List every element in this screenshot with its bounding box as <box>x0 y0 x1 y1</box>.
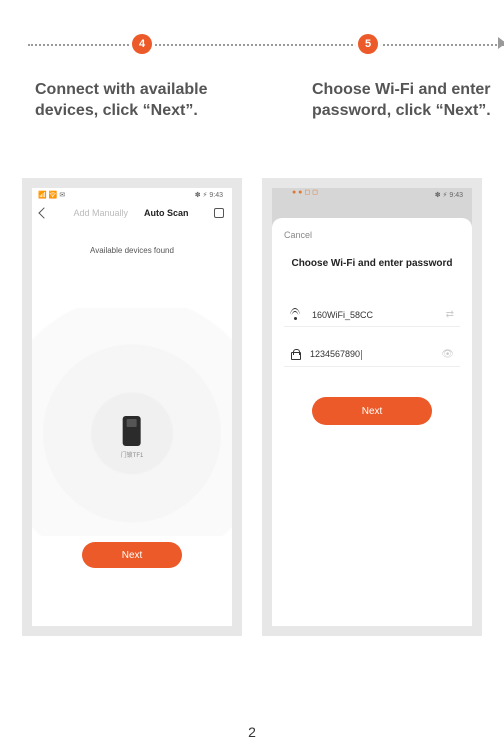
step-badge-4: 4 <box>132 34 152 54</box>
status-bar: ● ● ◻︎ ◻︎ ✽ ⚡︎ 9:43 <box>272 188 472 202</box>
sheet-title: Choose Wi-Fi and enter password <box>284 258 460 269</box>
tab-auto-scan[interactable]: Auto Scan <box>144 208 189 218</box>
next-button[interactable]: Next <box>312 397 432 425</box>
device-label: 门锁TF1 <box>121 450 144 459</box>
status-signal-icon: 📶 🛜 ✉︎ <box>38 191 65 199</box>
arrow-right-icon <box>498 37 504 49</box>
status-time: ✽ ⚡︎ 9:43 <box>435 191 466 199</box>
dotted-line <box>28 44 504 46</box>
status-bar: 📶 🛜 ✉︎ ✽ ⚡︎ 9:43 <box>32 188 232 202</box>
tabs: Add Manually Auto Scan <box>73 208 188 218</box>
scan-icon[interactable] <box>214 208 224 218</box>
text-cursor <box>361 350 362 360</box>
cancel-button[interactable]: Cancel <box>284 230 460 240</box>
phone-screen-1: 📶 🛜 ✉︎ ✽ ⚡︎ 9:43 Add Manually Auto Scan … <box>32 188 232 626</box>
next-button[interactable]: Next <box>82 542 182 568</box>
found-device[interactable]: 门锁TF1 <box>121 416 144 459</box>
screenshot-card-1: 📶 🛜 ✉︎ ✽ ⚡︎ 9:43 Add Manually Auto Scan … <box>22 178 242 636</box>
eye-icon[interactable]: 👁 <box>441 349 454 360</box>
wifi-icon <box>290 310 302 320</box>
screen-header: Add Manually Auto Scan <box>32 202 232 222</box>
wifi-password-field[interactable]: 1234567890 👁 <box>284 349 460 367</box>
page-number: 2 <box>0 724 504 740</box>
screenshot-card-2: ● ● ◻︎ ◻︎ ✽ ⚡︎ 9:43 Cancel Choose Wi-Fi … <box>262 178 482 636</box>
caption-step-4: Connect with available devices, click “N… <box>35 80 235 122</box>
step-timeline: 4 5 <box>28 36 504 54</box>
wifi-ssid-value: 160WiFi_58CC <box>312 310 436 320</box>
caption-step-5: Choose Wi-Fi and enter password, click “… <box>312 80 504 122</box>
lock-icon <box>290 350 300 360</box>
step-badge-5: 5 <box>358 34 378 54</box>
wifi-password-value: 1234567890 <box>310 349 431 360</box>
tab-add-manually[interactable]: Add Manually <box>73 208 128 218</box>
screenshot-row: 📶 🛜 ✉︎ ✽ ⚡︎ 9:43 Add Manually Auto Scan … <box>22 178 482 636</box>
available-devices-label: Available devices found <box>32 246 232 255</box>
wifi-sheet: Cancel Choose Wi-Fi and enter password 1… <box>272 218 472 626</box>
phone-screen-2: ● ● ◻︎ ◻︎ ✽ ⚡︎ 9:43 Cancel Choose Wi-Fi … <box>272 188 472 626</box>
swap-network-icon[interactable]: ⇄ <box>446 309 454 320</box>
wifi-ssid-field[interactable]: 160WiFi_58CC ⇄ <box>284 309 460 327</box>
status-time: ✽ ⚡︎ 9:43 <box>195 191 226 199</box>
device-icon <box>123 416 141 446</box>
back-icon[interactable] <box>38 207 49 218</box>
